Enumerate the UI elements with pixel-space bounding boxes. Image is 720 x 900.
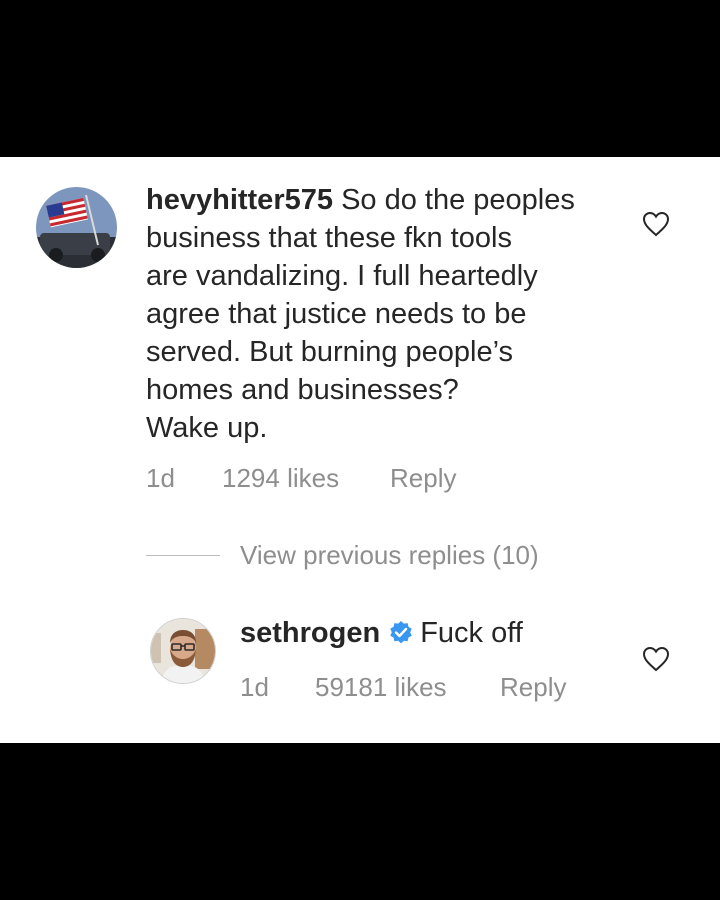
reply-like-button[interactable] (642, 646, 670, 677)
reply-text: Fuck off (420, 617, 523, 649)
verified-badge-icon (388, 620, 414, 654)
flag-avatar-icon (36, 187, 117, 268)
comment-like-button[interactable] (642, 211, 670, 242)
reply-username[interactable]: sethrogen (240, 617, 380, 649)
replies-divider (146, 555, 220, 556)
reply-body: sethrogen Fuck off (240, 617, 523, 654)
comment-line: homes and businesses? (146, 374, 459, 406)
reply-reply-button[interactable]: Reply (500, 672, 566, 703)
heart-icon (642, 211, 670, 237)
user-avatar-icon (151, 619, 215, 683)
comment-likes[interactable]: 1294 likes (222, 463, 339, 494)
reply-likes[interactable]: 59181 likes (315, 672, 447, 703)
comment-line: served. But burning people’s (146, 336, 514, 368)
comment-line: Wake up. (146, 412, 268, 444)
comment-line: agree that justice needs to be (146, 298, 527, 330)
comment-reply-button[interactable]: Reply (390, 463, 456, 494)
comment-line: are vandalizing. I full heartedly (146, 260, 538, 292)
view-previous-replies-link[interactable]: View previous replies (10) (240, 540, 539, 571)
comment-line: business that these fkn tools (146, 222, 512, 254)
comment-line: So do the peoples (341, 184, 575, 216)
comments-panel: hevyhitter575 So do the peoples business… (0, 157, 720, 743)
reply-avatar[interactable] (150, 618, 216, 684)
commenter-avatar[interactable] (36, 187, 117, 268)
comment-timestamp: 1d (146, 463, 175, 493)
comment-body: hevyhitter575 So do the peoples business… (146, 181, 626, 447)
heart-icon (642, 646, 670, 672)
reply-timestamp: 1d (240, 672, 269, 702)
comment-username[interactable]: hevyhitter575 (146, 184, 333, 216)
